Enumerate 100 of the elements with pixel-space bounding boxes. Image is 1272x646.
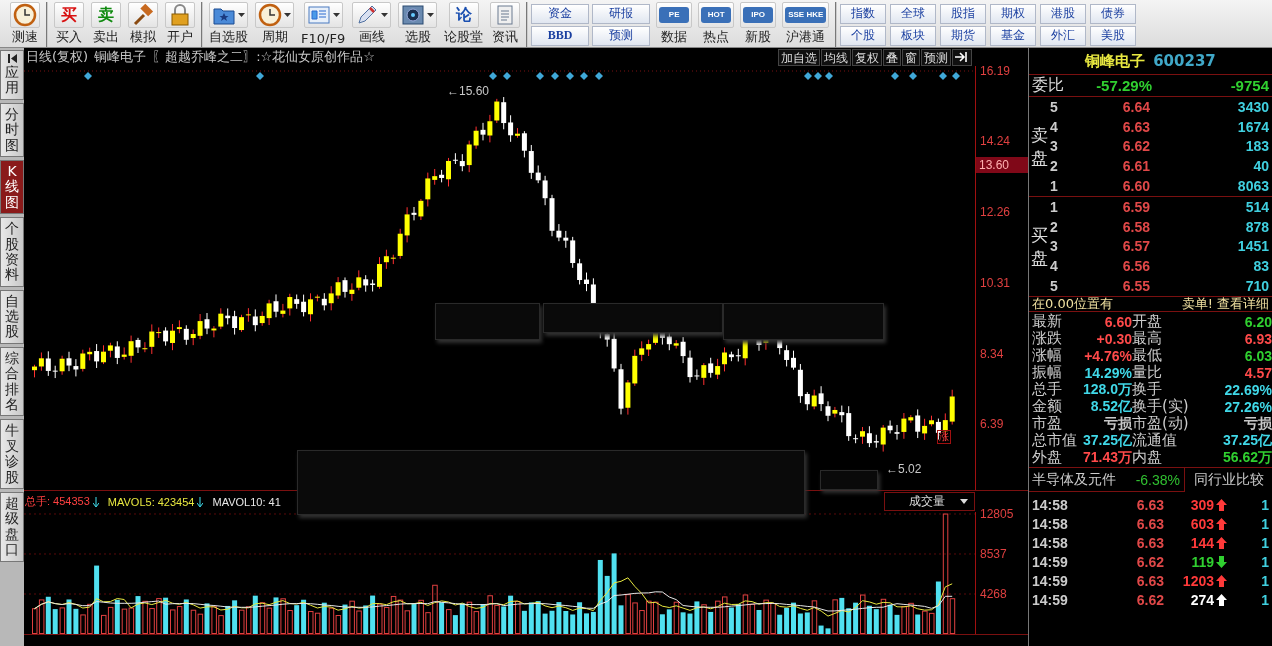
- industry-compare-button[interactable]: 同行业比较: [1184, 467, 1272, 492]
- level-number: 5: [1050, 278, 1059, 295]
- ratio-value: -57.29%: [1095, 77, 1152, 94]
- toolbar-button[interactable]: 资讯: [487, 2, 524, 46]
- toolbar-button[interactable]: 预测: [592, 25, 651, 46]
- volume-axis-label: 8537: [980, 547, 1007, 561]
- expand-icon: [955, 52, 969, 62]
- market-button[interactable]: 港股: [1040, 3, 1087, 24]
- market-button[interactable]: 板块: [890, 25, 937, 46]
- side-tab[interactable]: 个股资料: [0, 217, 24, 287]
- toolbar-button[interactable]: 测速: [7, 2, 43, 46]
- order-volume: 1674: [1236, 118, 1269, 135]
- tick-price: 6.63: [1135, 515, 1164, 532]
- order-volume: 878: [1244, 218, 1269, 235]
- market-button[interactable]: 外汇: [1040, 25, 1087, 46]
- stat-label: 最高: [1132, 330, 1163, 347]
- market-button[interactable]: 股指: [940, 3, 987, 24]
- market-button[interactable]: 指数: [840, 3, 887, 24]
- level-number: 2: [1050, 218, 1059, 235]
- market-button[interactable]: 期货: [940, 25, 987, 46]
- toolbar-button[interactable]: 卖 卖出: [88, 2, 124, 46]
- chart-button[interactable]: 加自选: [778, 48, 820, 66]
- volume-legend: MAVOL5: 423454: [107, 495, 195, 508]
- chart-button[interactable]: 窗: [902, 48, 920, 66]
- stat-label: 涨跌: [1032, 330, 1063, 347]
- toolbar-button[interactable]: 买 买入: [51, 2, 87, 46]
- market-button[interactable]: 期权: [990, 3, 1037, 24]
- stat-label: 最低: [1132, 347, 1163, 364]
- stat-value: 128.0万: [1081, 380, 1132, 399]
- tick-volume: 309: [1189, 496, 1214, 513]
- tick-time: 14:59: [1032, 553, 1069, 570]
- indicator-dropdown[interactable]: 成交量: [884, 492, 975, 511]
- stat-value: 6.20: [1243, 313, 1272, 330]
- tick-volume: 1203: [1181, 572, 1214, 589]
- up-arrow-icon: [1216, 517, 1227, 530]
- toolbar-button[interactable]: BBD: [531, 25, 590, 46]
- side-tab[interactable]: 超级盘口: [0, 492, 24, 562]
- caret-icon: [284, 13, 291, 17]
- tick-price: 6.62: [1135, 553, 1164, 570]
- order-detail-link[interactable]: 卖单! 查看详细: [1181, 295, 1269, 313]
- market-button[interactable]: 美股: [1090, 25, 1137, 46]
- toolbar-button[interactable]: 资金: [531, 3, 590, 24]
- stock-code: 600237: [1153, 52, 1216, 70]
- ratio-label: 委比: [1032, 75, 1065, 96]
- caret-icon: [381, 13, 389, 17]
- market-button[interactable]: 个股: [840, 25, 887, 46]
- chart-button[interactable]: 复权: [852, 48, 882, 66]
- stat-value: 27.26%: [1223, 398, 1272, 415]
- rise-badge: 涨: [937, 430, 951, 444]
- order-price: 6.61: [1121, 158, 1150, 175]
- toolbar-button[interactable]: F10/F9: [298, 2, 349, 46]
- side-tab[interactable]: K线图: [0, 159, 24, 215]
- chart-button[interactable]: 叠: [883, 48, 901, 66]
- toolbar-button[interactable]: 开户: [162, 2, 198, 46]
- toolbar-button[interactable]: 研报: [592, 3, 651, 24]
- order-volume: 83: [1252, 258, 1269, 275]
- tick-price: 6.63: [1135, 572, 1164, 589]
- stat-value: 71.43万: [1081, 448, 1132, 467]
- tick-time: 14:58: [1032, 534, 1069, 551]
- book-side-label: 卖盘: [1031, 123, 1048, 170]
- tick-time: 14:59: [1032, 591, 1069, 608]
- volume-axis-label: 12805: [980, 507, 1014, 521]
- down-arrow-icon: [1216, 555, 1227, 568]
- toolbar-button[interactable]: 论 论股堂: [441, 2, 487, 46]
- order-volume: 8063: [1236, 178, 1269, 195]
- popup-panel: [820, 470, 878, 490]
- chart-button[interactable]: 均线: [821, 48, 851, 66]
- stat-label: 换手(实): [1132, 398, 1190, 415]
- tick-column-5: 1: [1261, 591, 1269, 608]
- level-number: 3: [1050, 138, 1059, 155]
- stat-value: 亏损: [1103, 414, 1132, 432]
- expand-button[interactable]: [952, 48, 972, 66]
- side-tab[interactable]: 应用: [0, 50, 24, 100]
- side-tab[interactable]: 牛叉诊股: [0, 419, 24, 489]
- stat-label: 金额: [1032, 398, 1063, 415]
- tick-price: 6.63: [1135, 534, 1164, 551]
- price-axis-label: 8.34: [980, 346, 1004, 361]
- market-button[interactable]: 基金: [990, 25, 1037, 46]
- tick-column-5: 1: [1261, 496, 1269, 513]
- order-price: 6.62: [1121, 138, 1150, 155]
- stat-label: 总市值: [1032, 432, 1076, 449]
- gavel-icon: [131, 3, 155, 27]
- market-button[interactable]: 全球: [890, 3, 937, 24]
- side-tab[interactable]: 分时图: [0, 102, 24, 157]
- order-price: 6.63: [1121, 118, 1150, 135]
- side-tab[interactable]: 自选股: [0, 289, 24, 344]
- order-volume: 514: [1244, 198, 1269, 215]
- order-price: 6.57: [1121, 238, 1150, 255]
- padlock-icon: [168, 3, 192, 27]
- chart-button[interactable]: 预测: [921, 48, 951, 66]
- stat-value: 14.29%: [1083, 364, 1132, 381]
- industry-change: -6.38%: [1135, 471, 1181, 488]
- stat-label: 总手: [1032, 381, 1063, 398]
- market-button[interactable]: 债券: [1090, 3, 1137, 24]
- level-number: 3: [1050, 238, 1059, 255]
- stat-value: 6.03: [1243, 347, 1272, 364]
- volume-legend: 总手: 454353: [25, 494, 90, 509]
- clock-icon: [13, 3, 37, 27]
- toolbar-button[interactable]: 模拟: [125, 2, 161, 46]
- side-tab[interactable]: 综合排名: [0, 346, 24, 417]
